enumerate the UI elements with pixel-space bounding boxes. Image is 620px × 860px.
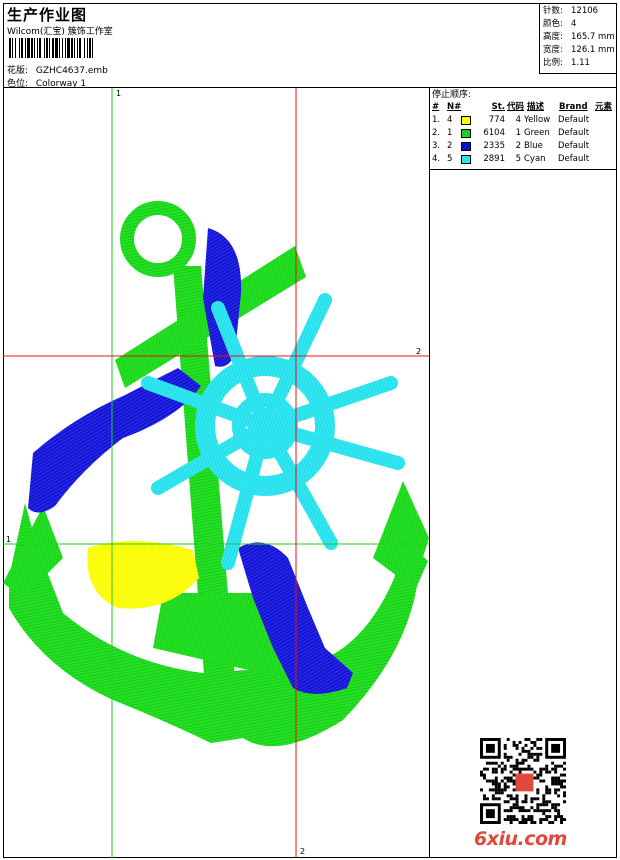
guide-green-h-label: 1 [6, 535, 11, 544]
scale-row: 比例: 1.11 [543, 57, 617, 70]
stitch-count-label: 针数: [543, 6, 563, 16]
row-description: Cyan [524, 154, 546, 164]
color-swatch [461, 142, 471, 151]
stop-sequence-row: 1. 4 774 4 Yellow Default [432, 114, 617, 127]
color-swatch [461, 129, 471, 138]
watermark: 6xiu.com [474, 828, 567, 850]
anchor-ring [120, 201, 196, 277]
design-canvas[interactable]: 1 1 2 2 [3, 88, 429, 858]
row-swatch-cell [461, 142, 477, 151]
row-swatch-cell [461, 129, 477, 138]
row-stitches: 2335 [483, 141, 505, 151]
row-swatch-cell [461, 155, 477, 164]
row-swatch-cell [461, 116, 477, 125]
row-brand: Default [558, 141, 590, 151]
barcode [9, 38, 154, 58]
row-brand: Default [558, 128, 590, 138]
row-stitches: 774 [488, 115, 505, 125]
row-description: Green [524, 128, 550, 138]
col-element: 元素 [595, 102, 613, 112]
qr-logo [515, 773, 534, 792]
scale-value: 1.11 [571, 58, 590, 68]
scale-label: 比例: [543, 58, 563, 68]
stop-sequence-row: 3. 2 2335 2 Blue Default [432, 140, 617, 153]
stop-sequence-row: 4. 5 2891 5 Cyan Default [432, 153, 617, 166]
col-needle: N# [447, 102, 462, 112]
row-needle: 5 [447, 154, 453, 164]
col-description: 描述 [527, 102, 545, 112]
row-brand: Default [558, 115, 590, 125]
row-needle: 1 [447, 128, 453, 138]
color-swatch [461, 155, 471, 164]
color-count-label: 颜色: [543, 19, 563, 29]
row-brand: Default [558, 154, 590, 164]
color-swatch [461, 116, 471, 125]
design-file-row: 花版: GZHC4637.emb [7, 63, 108, 76]
stop-sequence-row: 2. 1 6104 1 Green Default [432, 127, 617, 140]
stats-box: 针数: 12106 颜色: 4 高度: 165.7 mm 宽度: 126.1 mm 比例… [539, 3, 617, 74]
stitch-count-value: 12106 [571, 6, 599, 16]
stop-sequence-header: # N# St. 代码 描述 Brand 元素 [432, 101, 617, 114]
row-index: 1. [432, 115, 441, 125]
width-label: 宽度: [543, 45, 563, 55]
company-name: Wilcom(汇宝) 簇饰工作室 [7, 27, 113, 37]
stop-sequence-table: 停止顺序: # N# St. 代码 描述 Brand 元素 1. 4 774 4 Yel… [430, 88, 617, 170]
color-count-value: 4 [571, 19, 577, 29]
design-label: 花版: [7, 66, 29, 76]
color-count-row: 颜色: 4 [543, 18, 617, 31]
row-description: Blue [524, 141, 543, 151]
row-needle: 4 [447, 115, 453, 125]
row-index: 3. [432, 141, 441, 151]
width-value: 126.1 mm [571, 45, 615, 55]
height-value: 165.7 mm [571, 32, 615, 42]
guide-red-h-label: 2 [416, 347, 421, 356]
embroidery-preview: 1 1 2 2 [3, 88, 429, 858]
row-code: 4 [515, 115, 521, 125]
col-code: 代码 [507, 102, 525, 112]
guide-red-v-label: 2 [300, 847, 305, 856]
anchor-left-fluke [3, 506, 63, 598]
stop-sequence-label: 停止顺序: [432, 90, 472, 100]
height-row: 高度: 165.7 mm [543, 31, 617, 44]
row-code: 2 [515, 141, 521, 151]
col-stitches: St. [491, 102, 505, 112]
row-description: Yellow [524, 115, 551, 125]
col-swatch [461, 101, 477, 114]
col-index: # [432, 102, 440, 112]
qr-code [480, 738, 566, 824]
row-code: 1 [515, 128, 521, 138]
row-index: 2. [432, 128, 441, 138]
header: 生产作业图 Wilcom(汇宝) 簇饰工作室 花版: GZHC4637.emb … [3, 3, 617, 89]
height-label: 高度: [543, 32, 563, 42]
row-index: 4. [432, 154, 441, 164]
design-file-name: GZHC4637.emb [35, 66, 108, 76]
width-row: 宽度: 126.1 mm [543, 44, 617, 57]
col-brand: Brand [559, 102, 588, 112]
row-code: 5 [515, 154, 521, 164]
row-needle: 2 [447, 141, 453, 151]
row-stitches: 6104 [483, 128, 505, 138]
row-stitches: 2891 [483, 154, 505, 164]
stitch-count-row: 针数: 12106 [543, 5, 617, 18]
guide-green-v-label: 1 [116, 89, 121, 98]
page-title: 生产作业图 [7, 6, 88, 24]
